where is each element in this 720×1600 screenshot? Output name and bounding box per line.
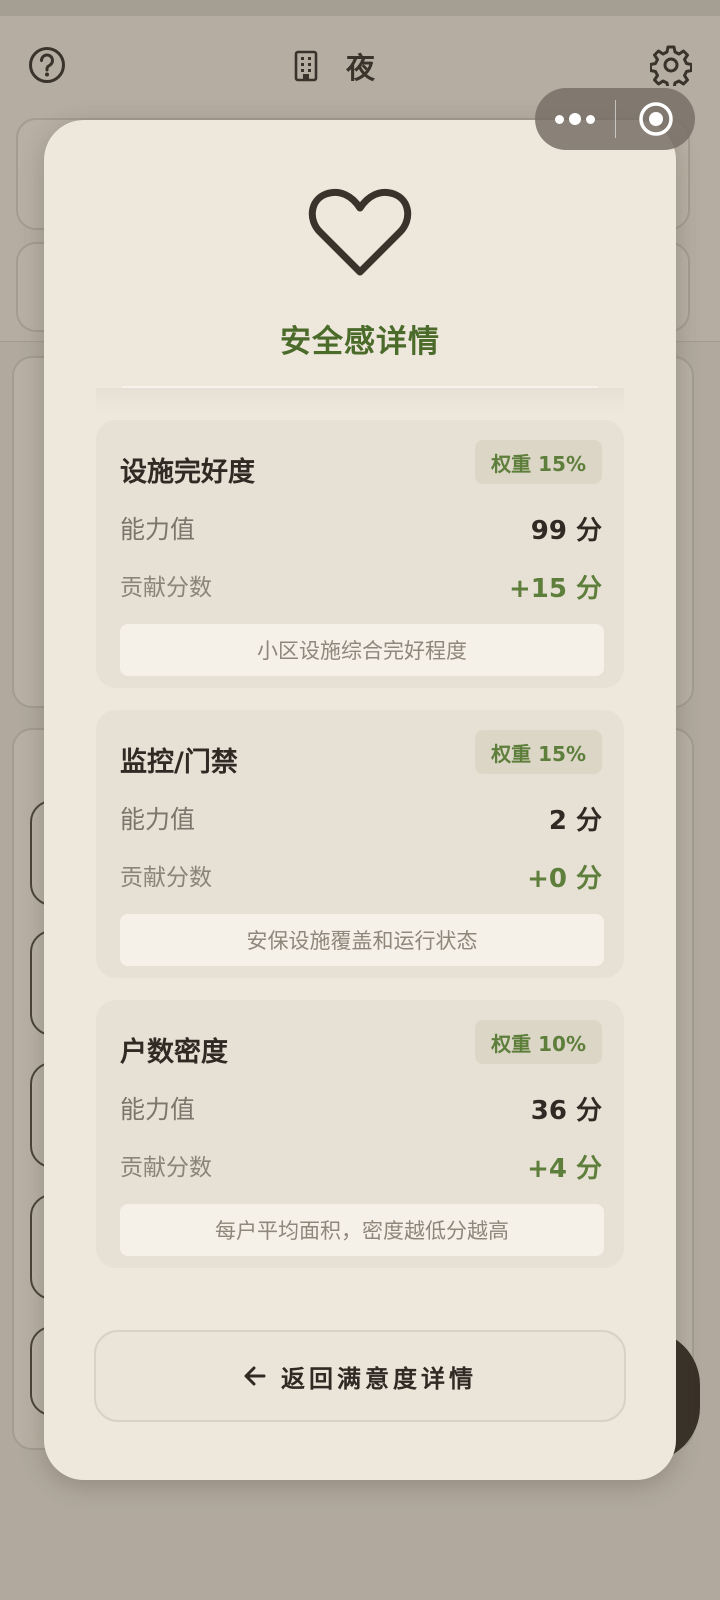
ability-value: 36 分 (530, 1096, 602, 1126)
weight-badge: 权重 10% (475, 1020, 602, 1064)
modal-title: 安全感详情 (280, 324, 440, 360)
back-to-satisfaction-button[interactable]: 返回满意度详情 (94, 1330, 626, 1422)
more-dots-icon[interactable] (535, 88, 615, 150)
metric-card-facility: 设施完好度 权重 15% 能力值 99 分 贡献分数 +15 分 小区设施综合完… (96, 420, 624, 688)
metric-list[interactable]: 设施完好度 权重 15% 能力值 99 分 贡献分数 +15 分 小区设施综合完… (96, 420, 624, 1386)
ability-label: 能力值 (120, 515, 196, 544)
ability-label: 能力值 (120, 805, 196, 834)
page-title: 夜 (290, 44, 377, 88)
header-title: 夜 (346, 51, 378, 85)
safety-detail-modal: 安全感详情 设施完好度 权重 15% 能力值 99 分 贡献分数 +15 分 小… (44, 120, 676, 1480)
ability-value: 99 分 (530, 516, 602, 546)
arrow-left-icon (244, 1366, 266, 1386)
weight-badge: 权重 15% (475, 440, 602, 484)
app-screen: 夜 安全感详情 设施完好度 权重 15% 能力值 99 分 贡献分数 +15 分… (0, 0, 720, 1600)
ability-label: 能力值 (120, 1095, 196, 1124)
contrib-label: 贡献分数 (120, 865, 212, 891)
divider-shadow (96, 388, 624, 414)
status-bar (0, 0, 720, 16)
building-icon (294, 50, 318, 82)
back-button-label: 返回满意度详情 (281, 1364, 477, 1393)
ability-value: 2 分 (548, 806, 602, 836)
contrib-value: +4 分 (527, 1154, 602, 1184)
contrib-label: 贡献分数 (120, 575, 212, 601)
metric-name: 户数密度 (120, 1037, 228, 1068)
metric-name: 设施完好度 (120, 457, 255, 488)
contrib-value: +15 分 (508, 574, 602, 604)
heart-icon (308, 188, 412, 276)
miniprogram-capsule (535, 88, 695, 150)
metric-description: 小区设施综合完好程度 (120, 624, 604, 676)
metric-description: 安保设施覆盖和运行状态 (120, 914, 604, 966)
contrib-value: +0 分 (527, 864, 602, 894)
weight-badge: 权重 15% (475, 730, 602, 774)
metric-description: 每户平均面积，密度越低分越高 (120, 1204, 604, 1256)
contrib-label: 贡献分数 (120, 1155, 212, 1181)
metric-name: 监控/门禁 (120, 747, 238, 778)
metric-card-surveillance: 监控/门禁 权重 15% 能力值 2 分 贡献分数 +0 分 安保设施覆盖和运行… (96, 710, 624, 978)
help-circle-icon[interactable] (28, 46, 66, 84)
gear-icon[interactable] (650, 44, 692, 86)
metric-card-density: 户数密度 权重 10% 能力值 36 分 贡献分数 +4 分 每户平均面积，密度… (96, 1000, 624, 1268)
target-circle-icon[interactable] (616, 88, 695, 150)
